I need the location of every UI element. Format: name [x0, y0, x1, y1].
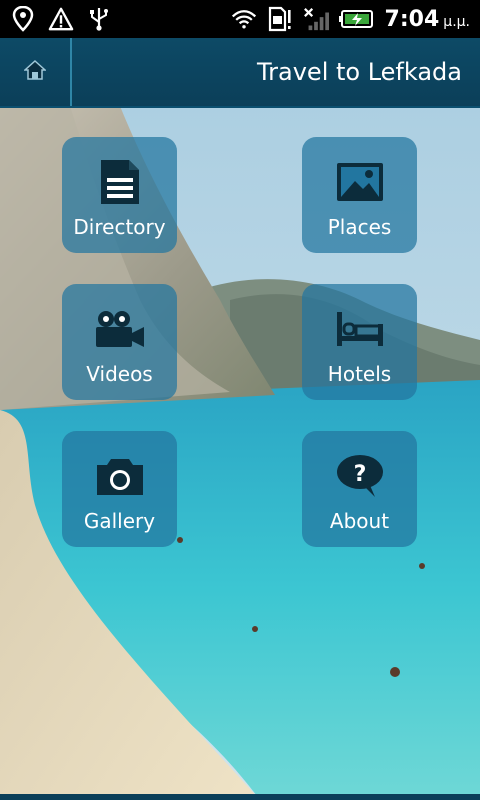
places-label: Places — [327, 215, 392, 239]
hotels-tile[interactable]: Hotels — [302, 284, 417, 400]
directory-label: Directory — [73, 215, 166, 239]
places-tile[interactable]: Places — [302, 137, 417, 253]
page-title: Travel to Lefkada — [257, 58, 462, 86]
hotels-label: Hotels — [327, 362, 392, 386]
bottom-edge — [0, 794, 480, 800]
gallery-label: Gallery — [83, 509, 156, 533]
wifi-icon — [231, 6, 257, 32]
videos-label: Videos — [86, 362, 153, 386]
clock-time: 7:04 — [384, 6, 440, 32]
status-bar: 7:04 μ.μ. — [0, 0, 480, 38]
videos-tile[interactable]: Videos — [62, 284, 177, 400]
usb-icon — [86, 6, 112, 32]
home-button[interactable] — [0, 38, 72, 106]
signal-off-icon — [303, 6, 329, 32]
app-screen: 7:04 μ.μ. Travel to Lefkada Directory Pla… — [0, 0, 480, 800]
video-camera-icon — [92, 304, 148, 354]
sim-alert-icon — [267, 6, 293, 32]
svg-text:?: ? — [353, 462, 366, 487]
battery-charging-icon — [338, 6, 375, 32]
about-label: About — [329, 509, 390, 533]
document-icon — [92, 157, 148, 207]
home-icon — [23, 59, 47, 85]
clock-suffix: μ.μ. — [443, 13, 470, 30]
camera-icon — [92, 451, 148, 501]
bed-icon — [332, 304, 388, 354]
app-header: Travel to Lefkada — [0, 38, 480, 108]
picture-icon — [332, 157, 388, 207]
location-pin-icon — [10, 6, 36, 32]
gallery-tile[interactable]: Gallery — [62, 431, 177, 547]
question-bubble-icon: ? — [332, 451, 388, 501]
directory-tile[interactable]: Directory — [62, 137, 177, 253]
background-image — [0, 0, 480, 800]
about-tile[interactable]: ? About — [302, 431, 417, 547]
warning-icon — [48, 6, 74, 32]
clock: 7:04 μ.μ. — [385, 7, 470, 32]
